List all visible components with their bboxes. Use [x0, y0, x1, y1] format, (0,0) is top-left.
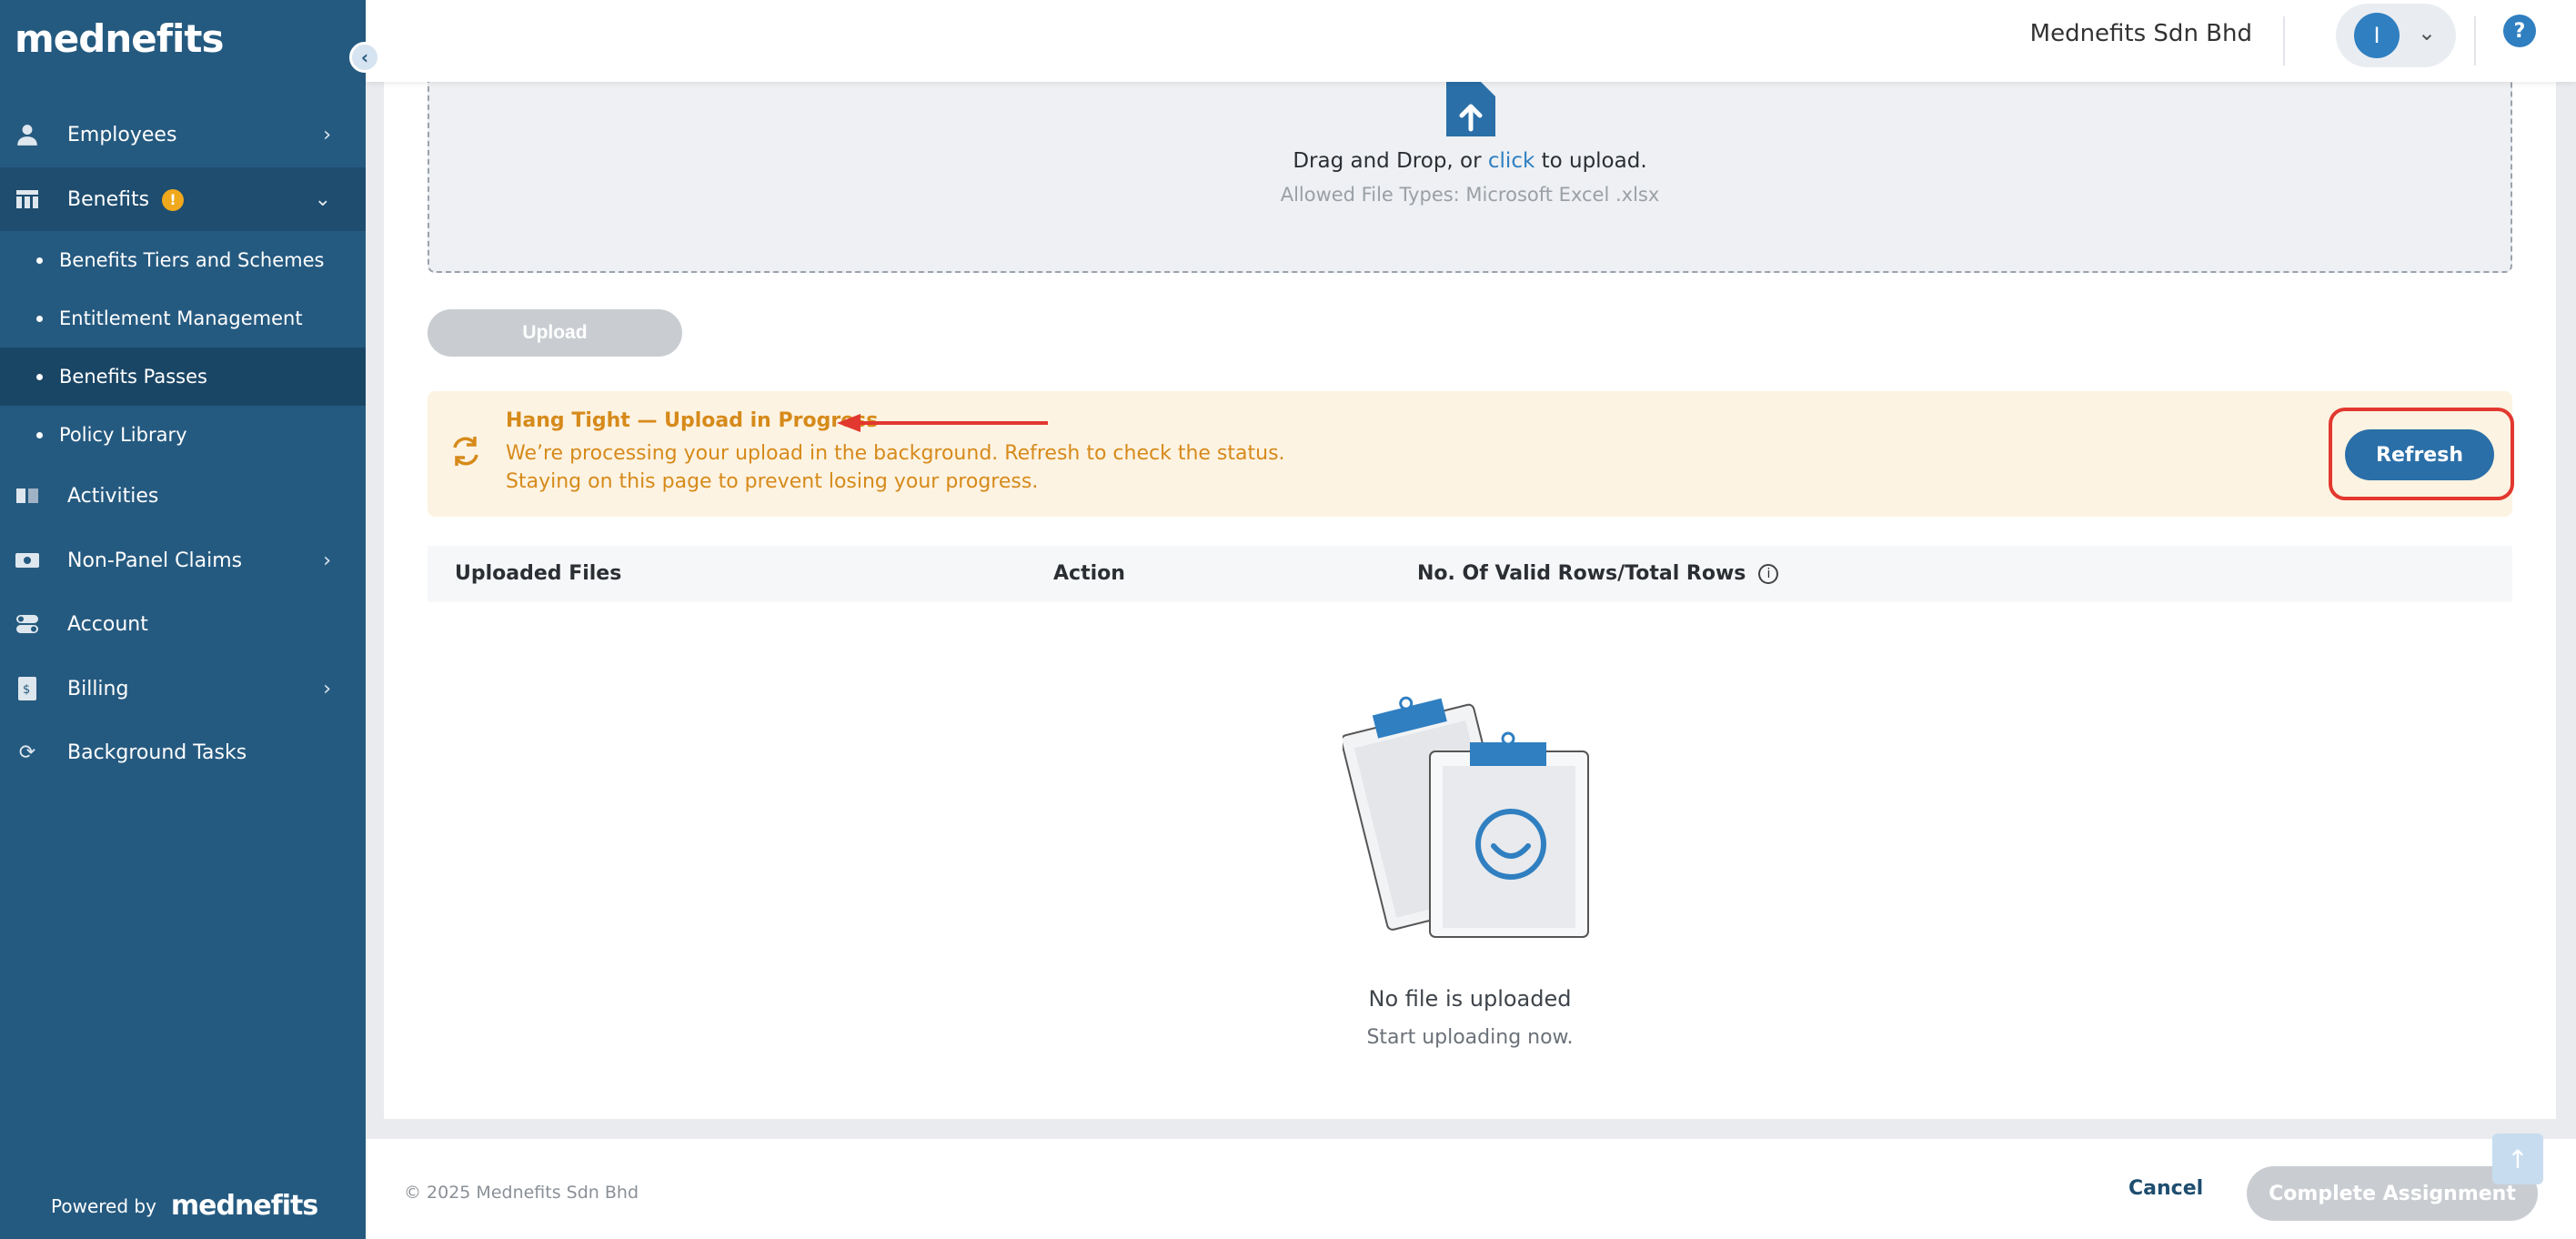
click-to-upload-link[interactable]: click	[1488, 149, 1535, 173]
cash-icon	[15, 548, 40, 573]
sidebar-item-label: Billing	[67, 677, 129, 700]
footer: © 2025 Mednefits Sdn Bhd Cancel Complete…	[366, 1139, 2576, 1239]
column-action: Action	[1053, 562, 1125, 585]
dropzone-text-before: Drag and Drop, or	[1293, 149, 1488, 173]
sidebar-item-label: Background Tasks	[67, 740, 247, 764]
chevron-right-icon: ›	[323, 549, 331, 572]
sidebar-subitem-label: Benefits Tiers and Schemes	[59, 249, 325, 271]
arrow-up-icon[interactable]: ↑	[2492, 1133, 2543, 1184]
allowed-file-types: Allowed File Types: Microsoft Excel .xls…	[1280, 184, 1660, 206]
avatar: I	[2354, 13, 2400, 58]
upload-dropzone[interactable]: Drag and Drop, or click to upload. Allow…	[428, 55, 2512, 273]
sidebar-subitem-policy-library[interactable]: Policy Library	[0, 406, 366, 464]
chevron-left-icon[interactable]: ‹	[349, 42, 380, 73]
help-icon[interactable]: ?	[2503, 15, 2536, 47]
invoice-icon: $	[15, 676, 40, 701]
bullet-icon	[36, 257, 43, 264]
annotation-arrow-icon	[837, 414, 1048, 432]
sidebar-subitem-benefits-tiers[interactable]: Benefits Tiers and Schemes	[0, 231, 366, 289]
upload-progress-alert: Hang Tight — Upload in Progress We’re pr…	[428, 391, 2512, 517]
sidebar-subitem-benefits-passes[interactable]: Benefits Passes	[0, 348, 366, 406]
person-icon	[15, 122, 40, 147]
cancel-button[interactable]: Cancel	[2128, 1177, 2203, 1200]
sidebar-item-benefits[interactable]: Benefits! ⌄	[0, 167, 366, 231]
bullet-icon	[36, 431, 43, 438]
powered-by-label: Powered by	[51, 1194, 156, 1217]
sidebar-subitem-label: Benefits Passes	[59, 366, 207, 388]
column-valid-rows-label: No. Of Valid Rows/Total Rows	[1417, 562, 1746, 585]
bullet-icon	[36, 315, 43, 322]
book-icon	[15, 483, 40, 509]
chevron-right-icon: ›	[323, 677, 331, 700]
sidebar-item-activities[interactable]: Activities	[0, 464, 366, 528]
column-valid-rows: No. Of Valid Rows/Total Rows i	[1417, 562, 1779, 585]
sidebar-item-background-tasks[interactable]: ⟳ Background Tasks	[0, 720, 366, 784]
dropzone-instruction: Drag and Drop, or click to upload.	[429, 149, 2511, 173]
refresh-highlight: Refresh	[2329, 408, 2514, 500]
user-menu[interactable]: I ⌄	[2336, 4, 2456, 67]
svg-text:$: $	[23, 683, 30, 697]
info-icon[interactable]: i	[1758, 564, 1779, 584]
sidebar-item-employees[interactable]: Employees ›	[0, 103, 366, 166]
bullet-icon	[36, 373, 43, 380]
mednefits-logo[interactable]: mednefits	[15, 16, 224, 61]
header-divider	[2474, 16, 2476, 65]
refresh-button[interactable]: Refresh	[2345, 429, 2494, 480]
empty-state-subtitle: Start uploading now.	[1366, 1026, 1574, 1049]
sidebar-item-label: Account	[67, 612, 148, 636]
alert-message-line-1: We’re processing your upload in the back…	[506, 442, 1285, 465]
powered-by: Powered by mednefits	[51, 1190, 318, 1222]
sidebar-subitem-entitlement[interactable]: Entitlement Management	[0, 289, 366, 348]
warning-badge: !	[162, 188, 185, 211]
chevron-right-icon: ›	[323, 123, 331, 146]
sidebar-item-account[interactable]: Account	[0, 592, 366, 656]
table-icon	[15, 186, 40, 212]
empty-state-title: No file is uploaded	[1368, 986, 1572, 1012]
sidebar-subitem-label: Policy Library	[59, 424, 187, 446]
copyright: © 2025 Mednefits Sdn Bhd	[404, 1183, 639, 1203]
sidebar: mednefits ‹ Employees › Benefits! ⌄ Bene…	[0, 0, 380, 1239]
empty-clipboard-illustration	[1343, 696, 1589, 938]
uploaded-files-table-header: Uploaded Files Action No. Of Valid Rows/…	[428, 546, 2512, 602]
toggle-icon	[15, 611, 40, 637]
sync-icon: ⟳	[18, 740, 36, 764]
column-uploaded-files: Uploaded Files	[455, 562, 622, 585]
sidebar-item-label: Benefits	[67, 187, 150, 211]
sidebar-subitem-label: Entitlement Management	[59, 307, 303, 329]
upload-button[interactable]: Upload	[428, 309, 682, 357]
sidebar-item-non-panel-claims[interactable]: Non-Panel Claims ›	[0, 529, 366, 592]
alert-title: Hang Tight — Upload in Progress	[506, 409, 879, 432]
sync-icon	[448, 433, 484, 469]
company-name: Mednefits Sdn Bhd	[2029, 20, 2252, 47]
chevron-down-icon: ⌄	[2417, 20, 2436, 45]
chevron-down-icon: ⌄	[314, 187, 331, 211]
sidebar-item-label: Activities	[67, 484, 159, 508]
mednefits-footer-logo: mednefits	[170, 1190, 318, 1222]
dropzone-text-after: to upload.	[1535, 149, 1647, 173]
sidebar-item-label: Non-Panel Claims	[67, 549, 243, 572]
top-header: Mednefits Sdn Bhd I ⌄ ?	[366, 0, 2576, 82]
header-divider	[2283, 16, 2285, 65]
sidebar-item-label: Employees	[67, 123, 177, 146]
alert-message-line-2: Staying on this page to prevent losing y…	[506, 470, 1039, 493]
sidebar-item-billing[interactable]: $ Billing ›	[0, 657, 366, 720]
